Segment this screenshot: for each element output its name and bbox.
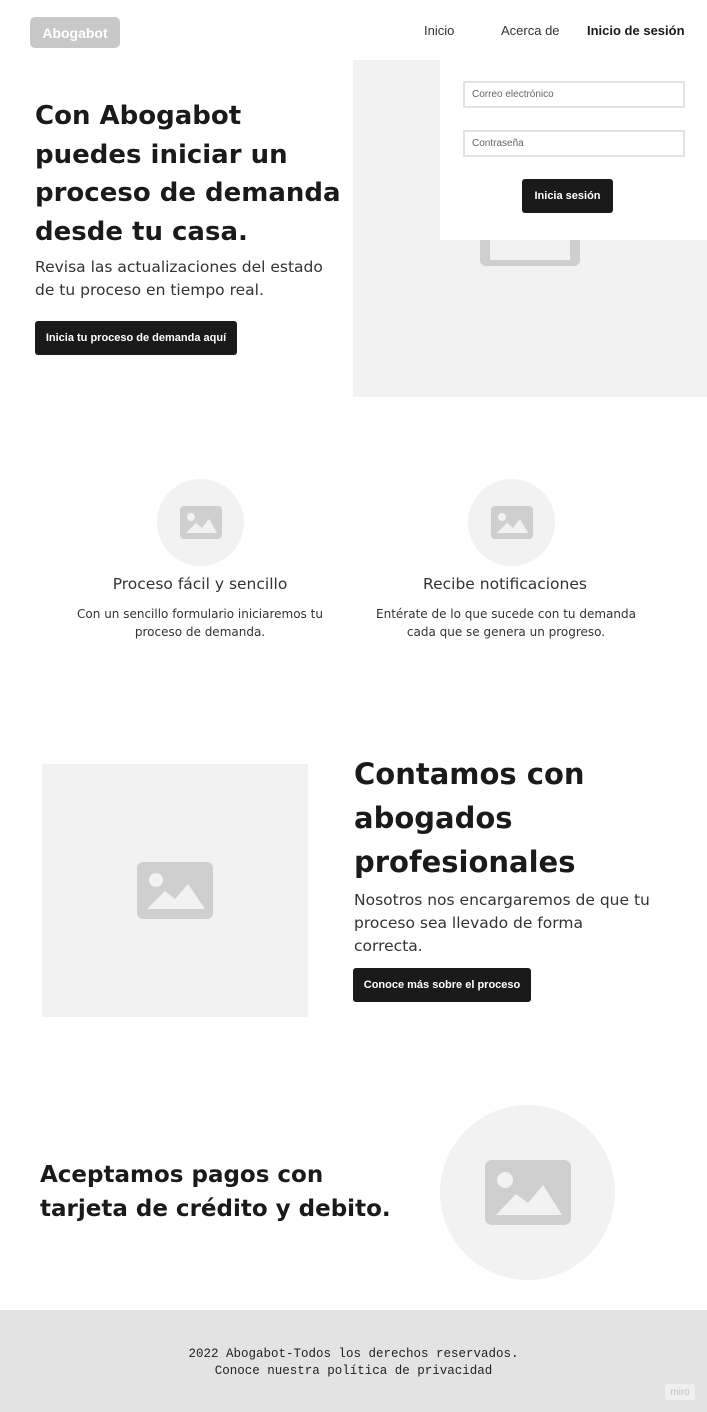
nav-link-inicio[interactable]: Inicio	[424, 23, 454, 38]
footer	[0, 1310, 707, 1412]
miro-watermark: miro	[665, 1384, 695, 1400]
image-placeholder-icon	[179, 506, 222, 539]
nav-link-acerca-de[interactable]: Acerca de	[501, 23, 560, 38]
lawyers-title: Contamos con abogados profesionales	[354, 757, 585, 879]
lawyers-image-placeholder	[42, 764, 308, 1017]
image-placeholder-icon	[484, 1160, 571, 1225]
feature-text: Entérate de lo que sucede con tu demanda…	[376, 607, 636, 639]
learn-more-button[interactable]: Conoce más sobre el proceso	[353, 968, 531, 1002]
nav-link-login[interactable]: Inicio de sesión	[587, 23, 685, 38]
hero-subtitle: Revisa las actualizaciones del estado de…	[35, 258, 323, 299]
feature-image-circle	[468, 479, 555, 566]
payments-title: Aceptamos pagos con tarjeta de crédito y…	[40, 1162, 391, 1222]
hero-title: Con Abogabot puedes iniciar un proceso d…	[35, 101, 341, 247]
image-placeholder-icon	[137, 862, 213, 919]
footer-copyright: 2022 Abogabot-Todos los derechos reserva…	[188, 1347, 519, 1361]
start-process-button[interactable]: Inicia tu proceso de demanda aquí	[35, 321, 237, 355]
image-placeholder-icon	[490, 506, 533, 539]
login-button[interactable]: Inicia sesión	[522, 179, 613, 213]
footer-privacy-link[interactable]: Conoce nuestra política de privacidad	[0, 1364, 707, 1378]
logo[interactable]: Abogabot	[30, 17, 120, 48]
email-field[interactable]: Correo electrónico	[463, 81, 685, 108]
payments-image-circle	[440, 1105, 615, 1280]
feature-title: Proceso fácil y sencillo	[112, 575, 288, 593]
feature-text: Con un sencillo formulario iniciaremos t…	[77, 607, 323, 639]
feature-image-circle	[157, 479, 244, 566]
password-field[interactable]: Contraseña	[463, 130, 685, 157]
lawyers-subtitle: Nosotros nos encargaremos de que tu proc…	[354, 891, 650, 955]
feature-title: Recibe notificaciones	[423, 575, 587, 593]
